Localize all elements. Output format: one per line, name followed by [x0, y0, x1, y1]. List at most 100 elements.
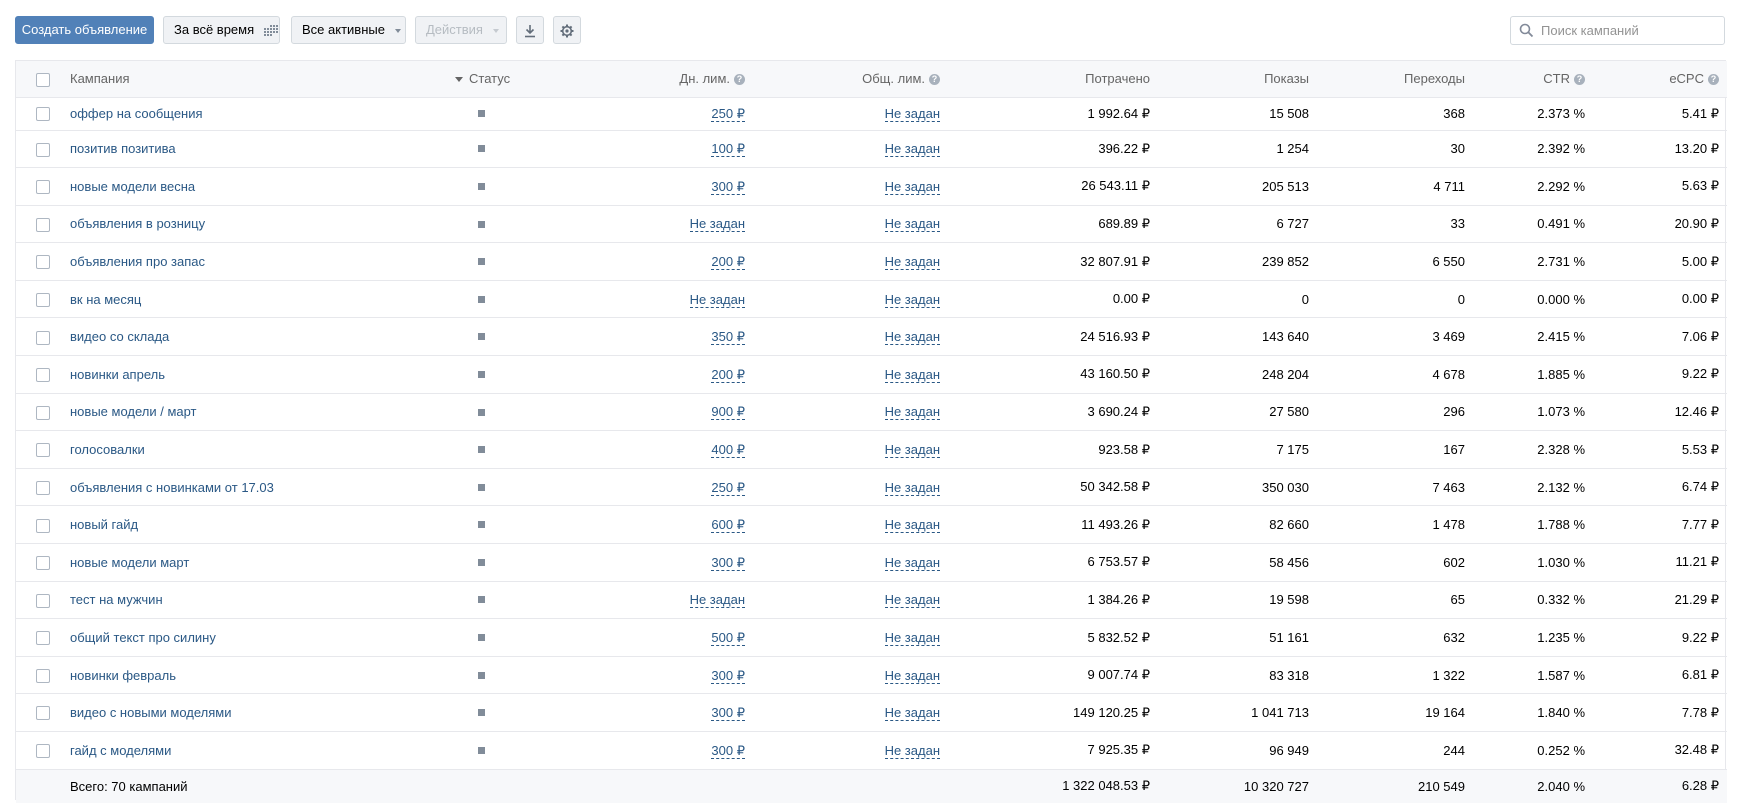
campaign-link[interactable]: новые модели / март — [70, 404, 197, 419]
campaign-link[interactable]: видео со склада — [70, 329, 169, 344]
campaign-link[interactable]: новый гайд — [70, 517, 138, 532]
total-limit-link[interactable]: Не задан — [884, 216, 940, 233]
total-limit-link[interactable]: Не задан — [884, 479, 940, 496]
create-ad-button[interactable]: Создать объявление — [15, 16, 154, 44]
campaign-link[interactable]: объявления про запас — [70, 254, 205, 269]
campaign-link[interactable]: гайд с моделями — [70, 743, 171, 758]
total-limit-link[interactable]: Не задан — [884, 742, 940, 759]
status-paused-icon[interactable] — [478, 110, 485, 118]
daily-limit-link[interactable]: 350 ₽ — [711, 329, 745, 346]
status-paused-icon[interactable] — [478, 634, 485, 642]
daily-limit-link[interactable]: 600 ₽ — [711, 517, 745, 534]
row-checkbox[interactable] — [36, 330, 50, 345]
daily-limit-link[interactable]: 300 ₽ — [711, 178, 745, 195]
help-icon[interactable]: ? — [1708, 74, 1719, 86]
status-paused-icon[interactable] — [478, 596, 485, 604]
status-paused-icon[interactable] — [478, 295, 485, 303]
row-checkbox[interactable] — [36, 706, 50, 721]
campaign-link[interactable]: новинки апрель — [70, 367, 165, 382]
row-checkbox[interactable] — [36, 107, 50, 122]
daily-limit-link[interactable]: 500 ₽ — [711, 630, 745, 647]
total-limit-link[interactable]: Не задан — [884, 366, 940, 383]
daily-limit-link[interactable]: 200 ₽ — [711, 254, 745, 271]
status-paused-icon[interactable] — [478, 220, 485, 228]
campaign-link[interactable]: новые модели март — [70, 555, 189, 570]
status-paused-icon[interactable] — [478, 521, 485, 529]
daily-limit-link[interactable]: 300 ₽ — [711, 554, 745, 571]
campaign-link[interactable]: общий текст про силину — [70, 630, 216, 645]
help-icon[interactable]: ? — [929, 74, 940, 86]
status-paused-icon[interactable] — [478, 709, 485, 717]
row-checkbox[interactable] — [36, 180, 50, 195]
status-paused-icon[interactable] — [478, 370, 485, 378]
row-checkbox[interactable] — [36, 668, 50, 683]
row-checkbox[interactable] — [36, 480, 50, 495]
row-checkbox[interactable] — [36, 744, 50, 759]
daily-limit-link[interactable]: Не задан — [689, 592, 745, 609]
total-limit-link[interactable]: Не задан — [884, 705, 940, 722]
campaign-link[interactable]: новые модели весна — [70, 179, 195, 194]
help-icon[interactable]: ? — [1574, 74, 1585, 86]
daily-limit-link[interactable]: Не задан — [689, 291, 745, 308]
daily-limit-link[interactable]: 400 ₽ — [711, 442, 745, 459]
campaign-link[interactable]: объявления в розницу — [70, 216, 205, 231]
total-limit-link[interactable]: Не задан — [884, 254, 940, 271]
row-checkbox[interactable] — [36, 556, 50, 571]
total-limit-link[interactable]: Не задан — [884, 630, 940, 647]
status-paused-icon[interactable] — [478, 258, 485, 266]
settings-button[interactable] — [553, 16, 581, 44]
row-checkbox[interactable] — [36, 631, 50, 646]
campaign-link[interactable]: оффер на сообщения — [70, 106, 203, 121]
column-header-clicks[interactable]: Переходы — [1309, 61, 1465, 98]
status-paused-icon[interactable] — [478, 446, 485, 454]
status-paused-icon[interactable] — [478, 182, 485, 190]
search-input[interactable] — [1541, 17, 1719, 44]
column-header-ctr[interactable]: CTR? — [1465, 61, 1585, 98]
campaign-link[interactable]: тест на мужчин — [70, 592, 163, 607]
campaign-link[interactable]: голосовалки — [70, 442, 145, 457]
help-icon[interactable]: ? — [734, 74, 745, 86]
total-limit-link[interactable]: Не задан — [884, 554, 940, 571]
daily-limit-link[interactable]: 200 ₽ — [711, 366, 745, 383]
total-limit-link[interactable]: Не задан — [884, 141, 940, 158]
column-header-ecpc[interactable]: eCPC? — [1585, 61, 1727, 98]
column-header-name[interactable]: Кампания — [70, 61, 455, 98]
row-checkbox[interactable] — [36, 142, 50, 157]
column-header-shows[interactable]: Показы — [1150, 61, 1309, 98]
status-paused-icon[interactable] — [478, 671, 485, 679]
status-paused-icon[interactable] — [478, 333, 485, 341]
total-limit-link[interactable]: Не задан — [884, 667, 940, 684]
campaign-link[interactable]: вк на месяц — [70, 292, 141, 307]
row-checkbox[interactable] — [36, 405, 50, 420]
column-header-spent[interactable]: Потрачено — [940, 61, 1150, 98]
campaign-link[interactable]: видео с новыми моделями — [70, 705, 232, 720]
campaign-search[interactable] — [1510, 16, 1725, 45]
total-limit-link[interactable]: Не задан — [884, 291, 940, 308]
status-paused-icon[interactable] — [478, 483, 485, 491]
total-limit-link[interactable]: Не задан — [884, 442, 940, 459]
campaign-link[interactable]: новинки февраль — [70, 668, 176, 683]
download-button[interactable] — [516, 16, 544, 44]
daily-limit-link[interactable]: 300 ₽ — [711, 667, 745, 684]
period-select[interactable]: За всё время — [163, 16, 280, 44]
daily-limit-link[interactable]: 300 ₽ — [711, 742, 745, 759]
column-header-status[interactable]: Статус — [455, 61, 545, 98]
daily-limit-link[interactable]: 100 ₽ — [711, 141, 745, 158]
campaign-link[interactable]: позитив позитива — [70, 141, 176, 156]
status-paused-icon[interactable] — [478, 145, 485, 153]
daily-limit-link[interactable]: 250 ₽ — [711, 479, 745, 496]
status-paused-icon[interactable] — [478, 408, 485, 416]
status-paused-icon[interactable] — [478, 558, 485, 566]
row-checkbox[interactable] — [36, 518, 50, 533]
total-limit-link[interactable]: Не задан — [884, 329, 940, 346]
total-limit-link[interactable]: Не задан — [884, 592, 940, 609]
actions-select[interactable]: Действия — [415, 16, 507, 44]
daily-limit-link[interactable]: 300 ₽ — [711, 705, 745, 722]
column-header-total-limit[interactable]: Общ. лим.? — [745, 61, 940, 98]
campaign-link[interactable]: объявления с новинками от 17.03 — [70, 480, 274, 495]
select-all-checkbox[interactable] — [36, 72, 50, 87]
daily-limit-link[interactable]: 250 ₽ — [711, 106, 745, 122]
total-limit-link[interactable]: Не задан — [884, 106, 940, 122]
status-filter-select[interactable]: Все активные — [291, 16, 406, 44]
daily-limit-link[interactable]: Не задан — [689, 216, 745, 233]
